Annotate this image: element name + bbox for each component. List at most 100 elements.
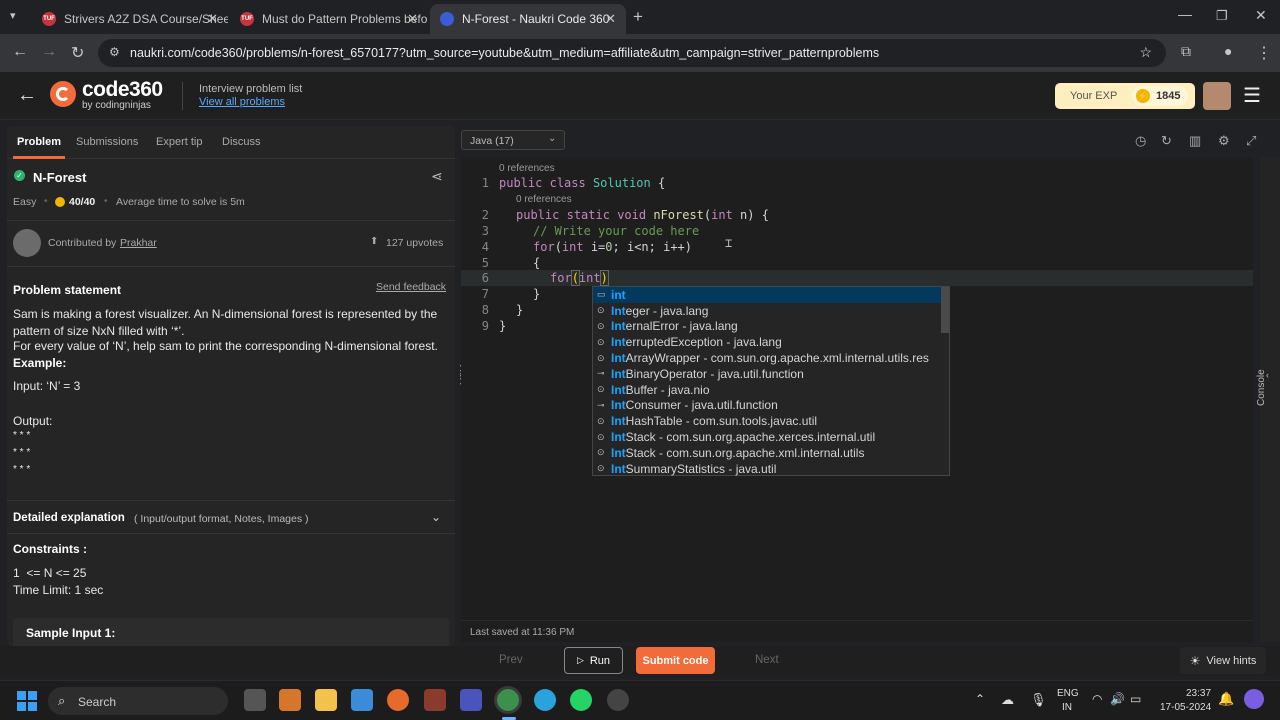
run-button[interactable]: ▷ Run	[564, 647, 623, 674]
clock-time[interactable]: 23:37	[1186, 688, 1211, 699]
app-icon[interactable]	[424, 689, 446, 711]
app-icon[interactable]	[279, 689, 301, 711]
suggestion-item[interactable]: ⊙ Int HashTable - com.sun.tools.javac.util	[593, 413, 949, 429]
settings-gear-icon[interactable]: ⚙	[1218, 133, 1230, 149]
line-number: 5	[481, 256, 489, 270]
prev-button[interactable]: Prev	[499, 654, 523, 666]
example-input: Input: ‘N’ = 3	[13, 379, 81, 393]
console-sidebar[interactable]: ‹ Console	[1256, 158, 1280, 642]
suggestion-item[interactable]: ⊸ Int Consumer - java.util.function	[593, 398, 949, 414]
suggestion-item[interactable]: ⊙ Int Stack - com.sun.org.apache.xerces.in…	[593, 429, 949, 445]
contributor-link[interactable]: Prakhar	[120, 237, 157, 249]
class-icon: ⊙	[597, 415, 605, 426]
reload-icon[interactable]: ↻	[71, 43, 84, 63]
upvote-icon[interactable]: ⬆	[370, 236, 378, 247]
language-indicator[interactable]: ENG	[1057, 688, 1079, 699]
taskbar-search-box[interactable]: ⌕ Search	[48, 687, 228, 715]
tab-search-icon[interactable]: ▾	[10, 9, 16, 22]
class-icon: ⊙	[597, 305, 605, 316]
exp-badge[interactable]: Your EXP ⚡ 1845	[1055, 83, 1195, 109]
reset-icon[interactable]: ↻	[1161, 133, 1172, 149]
view-hints-button[interactable]: ☀ View hints	[1180, 647, 1266, 674]
task-view-icon[interactable]	[244, 689, 266, 711]
profile-icon[interactable]: ●	[1224, 43, 1232, 59]
browser-tab-3[interactable]: N-Forest - Naukri Code 360 ✕	[430, 4, 626, 34]
browser-tab-2[interactable]: TUF Must do Pattern Problems befo ✕	[230, 4, 428, 34]
copilot-icon[interactable]	[1244, 689, 1264, 709]
tray-chevron-icon[interactable]: ⌃	[975, 692, 985, 706]
suggestion-item[interactable]: ⊙ Int eger - java.lang	[593, 303, 949, 319]
code-line: }	[499, 319, 507, 333]
fullscreen-icon[interactable]: ⤢	[1246, 133, 1256, 149]
autocomplete-popup[interactable]: ▭ int ⊙ Int eger - java.lang ⊙ Int ernalError -…	[592, 286, 950, 476]
minimize-icon[interactable]: —	[1178, 6, 1192, 22]
codelens-references[interactable]: 0 references	[516, 194, 572, 205]
codelens-references[interactable]: 0 references	[499, 163, 555, 174]
suggestion-item[interactable]: ⊙ Int SummaryStatistics - java.util	[593, 461, 949, 477]
suggestion-item[interactable]: ▭ int	[593, 287, 949, 303]
console-label[interactable]: Console	[1256, 369, 1267, 406]
score: 40/40	[69, 196, 96, 208]
submit-code-button[interactable]: Submit code	[636, 647, 715, 674]
send-feedback-link[interactable]: Send feedback	[376, 281, 446, 293]
hamburger-menu-icon[interactable]: ☰	[1243, 83, 1261, 108]
problem-list-label: Interview problem list	[199, 83, 303, 95]
store-icon[interactable]	[351, 689, 373, 711]
file-explorer-icon[interactable]	[315, 689, 337, 711]
bookmark-star-icon[interactable]: ☆	[1139, 44, 1152, 61]
url-text: naukri.com/code360/problems/n-forest_657…	[130, 46, 880, 60]
teams-icon[interactable]	[460, 689, 482, 711]
tab-expert-tip[interactable]: Expert tip	[156, 136, 202, 148]
close-tab-icon[interactable]: ✕	[207, 11, 218, 27]
new-tab-icon[interactable]: +	[633, 7, 643, 27]
logo-text: code360	[82, 78, 163, 101]
suggestion-item[interactable]: ⊙ Int erruptedException - java.lang	[593, 334, 949, 350]
volume-icon[interactable]: 🔊	[1110, 692, 1125, 706]
microphone-icon[interactable]: 🎙	[1030, 692, 1047, 708]
close-tab-icon[interactable]: ✕	[407, 11, 418, 27]
firefox-icon[interactable]	[387, 689, 409, 711]
windows-start-icon[interactable]	[17, 691, 37, 711]
back-icon[interactable]: ←	[12, 43, 28, 61]
score-coin-icon	[55, 197, 65, 207]
share-icon[interactable]: ⋖	[431, 168, 443, 185]
close-window-icon[interactable]: ✕	[1255, 7, 1267, 24]
chevron-down-icon[interactable]: ⌄	[431, 510, 441, 524]
suggestion-item[interactable]: ⊙ Int ArrayWrapper - com.sun.org.apache.xm…	[593, 350, 949, 366]
back-arrow-icon[interactable]: ←	[17, 84, 37, 107]
browser-menu-icon[interactable]: ⋮	[1256, 43, 1272, 63]
tab-submissions[interactable]: Submissions	[76, 136, 138, 148]
user-avatar[interactable]	[1203, 82, 1231, 110]
code360-icon	[440, 12, 454, 26]
timer-icon[interactable]: ◷	[1135, 133, 1146, 149]
suggestion-item[interactable]: ⊙ Int ernalError - java.lang	[593, 319, 949, 335]
chrome-icon[interactable]	[497, 689, 519, 711]
cloud-icon[interactable]: ☁	[1001, 692, 1014, 708]
language-select[interactable]: Java (17) ⌄	[461, 130, 565, 150]
view-all-problems-link[interactable]: View all problems	[199, 96, 285, 108]
whatsapp-icon[interactable]	[570, 689, 592, 711]
browser-tab-1[interactable]: TUF Strivers A2Z DSA Course/Sheet ✕	[32, 4, 228, 34]
wifi-icon[interactable]: ◠	[1092, 692, 1102, 706]
suggestion-item[interactable]: ⊸ Int BinaryOperator - java.util.function	[593, 366, 949, 382]
layout-icon[interactable]: ▥	[1189, 133, 1201, 149]
telegram-icon[interactable]	[534, 689, 556, 711]
class-icon: ⊙	[597, 447, 605, 458]
battery-icon[interactable]: ▭	[1130, 692, 1141, 706]
site-info-icon[interactable]: ⚙	[109, 45, 120, 59]
keyword-icon: ▭	[597, 289, 606, 300]
next-button[interactable]: Next	[755, 654, 779, 666]
tab-problem[interactable]: Problem	[17, 136, 61, 148]
close-tab-icon[interactable]: ✕	[605, 11, 616, 27]
tab-discuss[interactable]: Discuss	[222, 136, 261, 148]
last-saved-status: Last saved at 11:36 PM	[470, 627, 575, 638]
restore-icon[interactable]: ❐	[1216, 8, 1228, 24]
notification-bell-icon[interactable]: 🔔	[1218, 691, 1234, 707]
extensions-icon[interactable]: ⧉	[1181, 43, 1191, 60]
scrollbar-thumb[interactable]	[941, 287, 949, 333]
suggestion-item[interactable]: ⊙ Int Stack - com.sun.org.apache.xml.inter…	[593, 445, 949, 461]
address-bar[interactable]: ⚙ naukri.com/code360/problems/n-forest_6…	[98, 39, 1166, 67]
suggestion-item[interactable]: ⊙ Int Buffer - java.nio	[593, 382, 949, 398]
detailed-explanation-toggle[interactable]: Detailed explanation ( Input/output form…	[7, 501, 455, 533]
app-icon[interactable]	[607, 689, 629, 711]
